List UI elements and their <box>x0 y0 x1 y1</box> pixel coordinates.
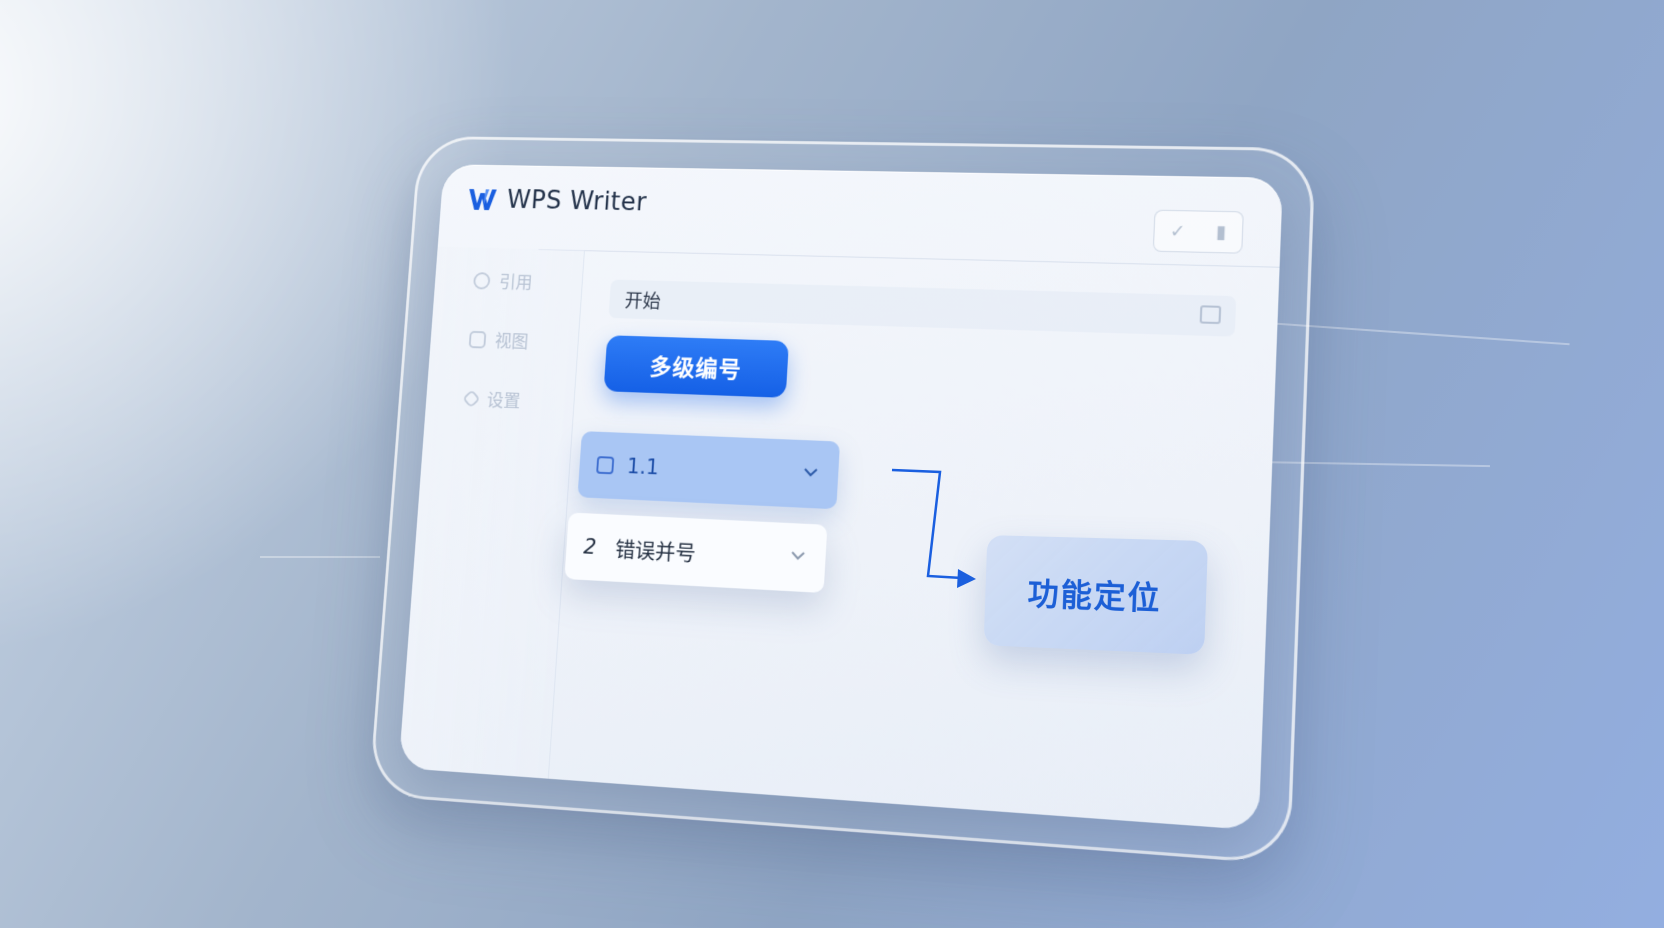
circle-icon <box>473 272 491 289</box>
sidebar-item-3[interactable]: 设置 <box>464 386 521 413</box>
select-value: 1.1 <box>626 454 659 479</box>
multilevel-numbering-button[interactable]: 多级编号 <box>604 335 789 398</box>
wps-w-logo-icon <box>466 185 499 214</box>
error-numbering-select[interactable]: 2 错误并号 <box>564 512 827 593</box>
window-controls[interactable]: ✓ ▮ <box>1153 210 1244 254</box>
check-icon[interactable]: ✓ <box>1169 220 1186 241</box>
tab-start[interactable]: 开始 <box>624 286 662 313</box>
feature-locate-callout: 功能定位 <box>984 535 1208 655</box>
app-stage: WPS Writer ✓ ▮ 引用 视图 设置 开始 多级编号 1.1 2 错误… <box>369 136 1316 865</box>
document-icon[interactable]: ▮ <box>1216 221 1227 242</box>
select-value: 错误并号 <box>614 533 696 567</box>
chevron-down-icon[interactable] <box>802 464 819 481</box>
app-title: WPS Writer <box>506 186 648 217</box>
panel-icon[interactable] <box>1200 305 1222 324</box>
sidebar-item-1[interactable]: 引用 <box>473 268 534 294</box>
sidebar-item-label: 引用 <box>498 269 533 295</box>
image-icon <box>469 331 487 349</box>
sidebar-item-2[interactable]: 视图 <box>468 327 529 354</box>
title-bar: WPS Writer <box>466 185 648 217</box>
sidebar-item-label: 设置 <box>486 387 521 413</box>
list-icon <box>596 456 614 474</box>
select-number: 2 <box>583 535 597 559</box>
ribbon-tab-bar[interactable]: 开始 <box>608 280 1236 337</box>
numbering-level-select[interactable]: 1.1 <box>577 431 840 509</box>
background-line <box>260 556 380 558</box>
chevron-down-icon[interactable] <box>790 547 807 564</box>
diamond-icon <box>462 389 480 408</box>
app-window: WPS Writer ✓ ▮ 引用 视图 设置 开始 多级编号 1.1 2 错误… <box>399 164 1283 830</box>
sidebar-item-label: 视图 <box>494 328 529 354</box>
